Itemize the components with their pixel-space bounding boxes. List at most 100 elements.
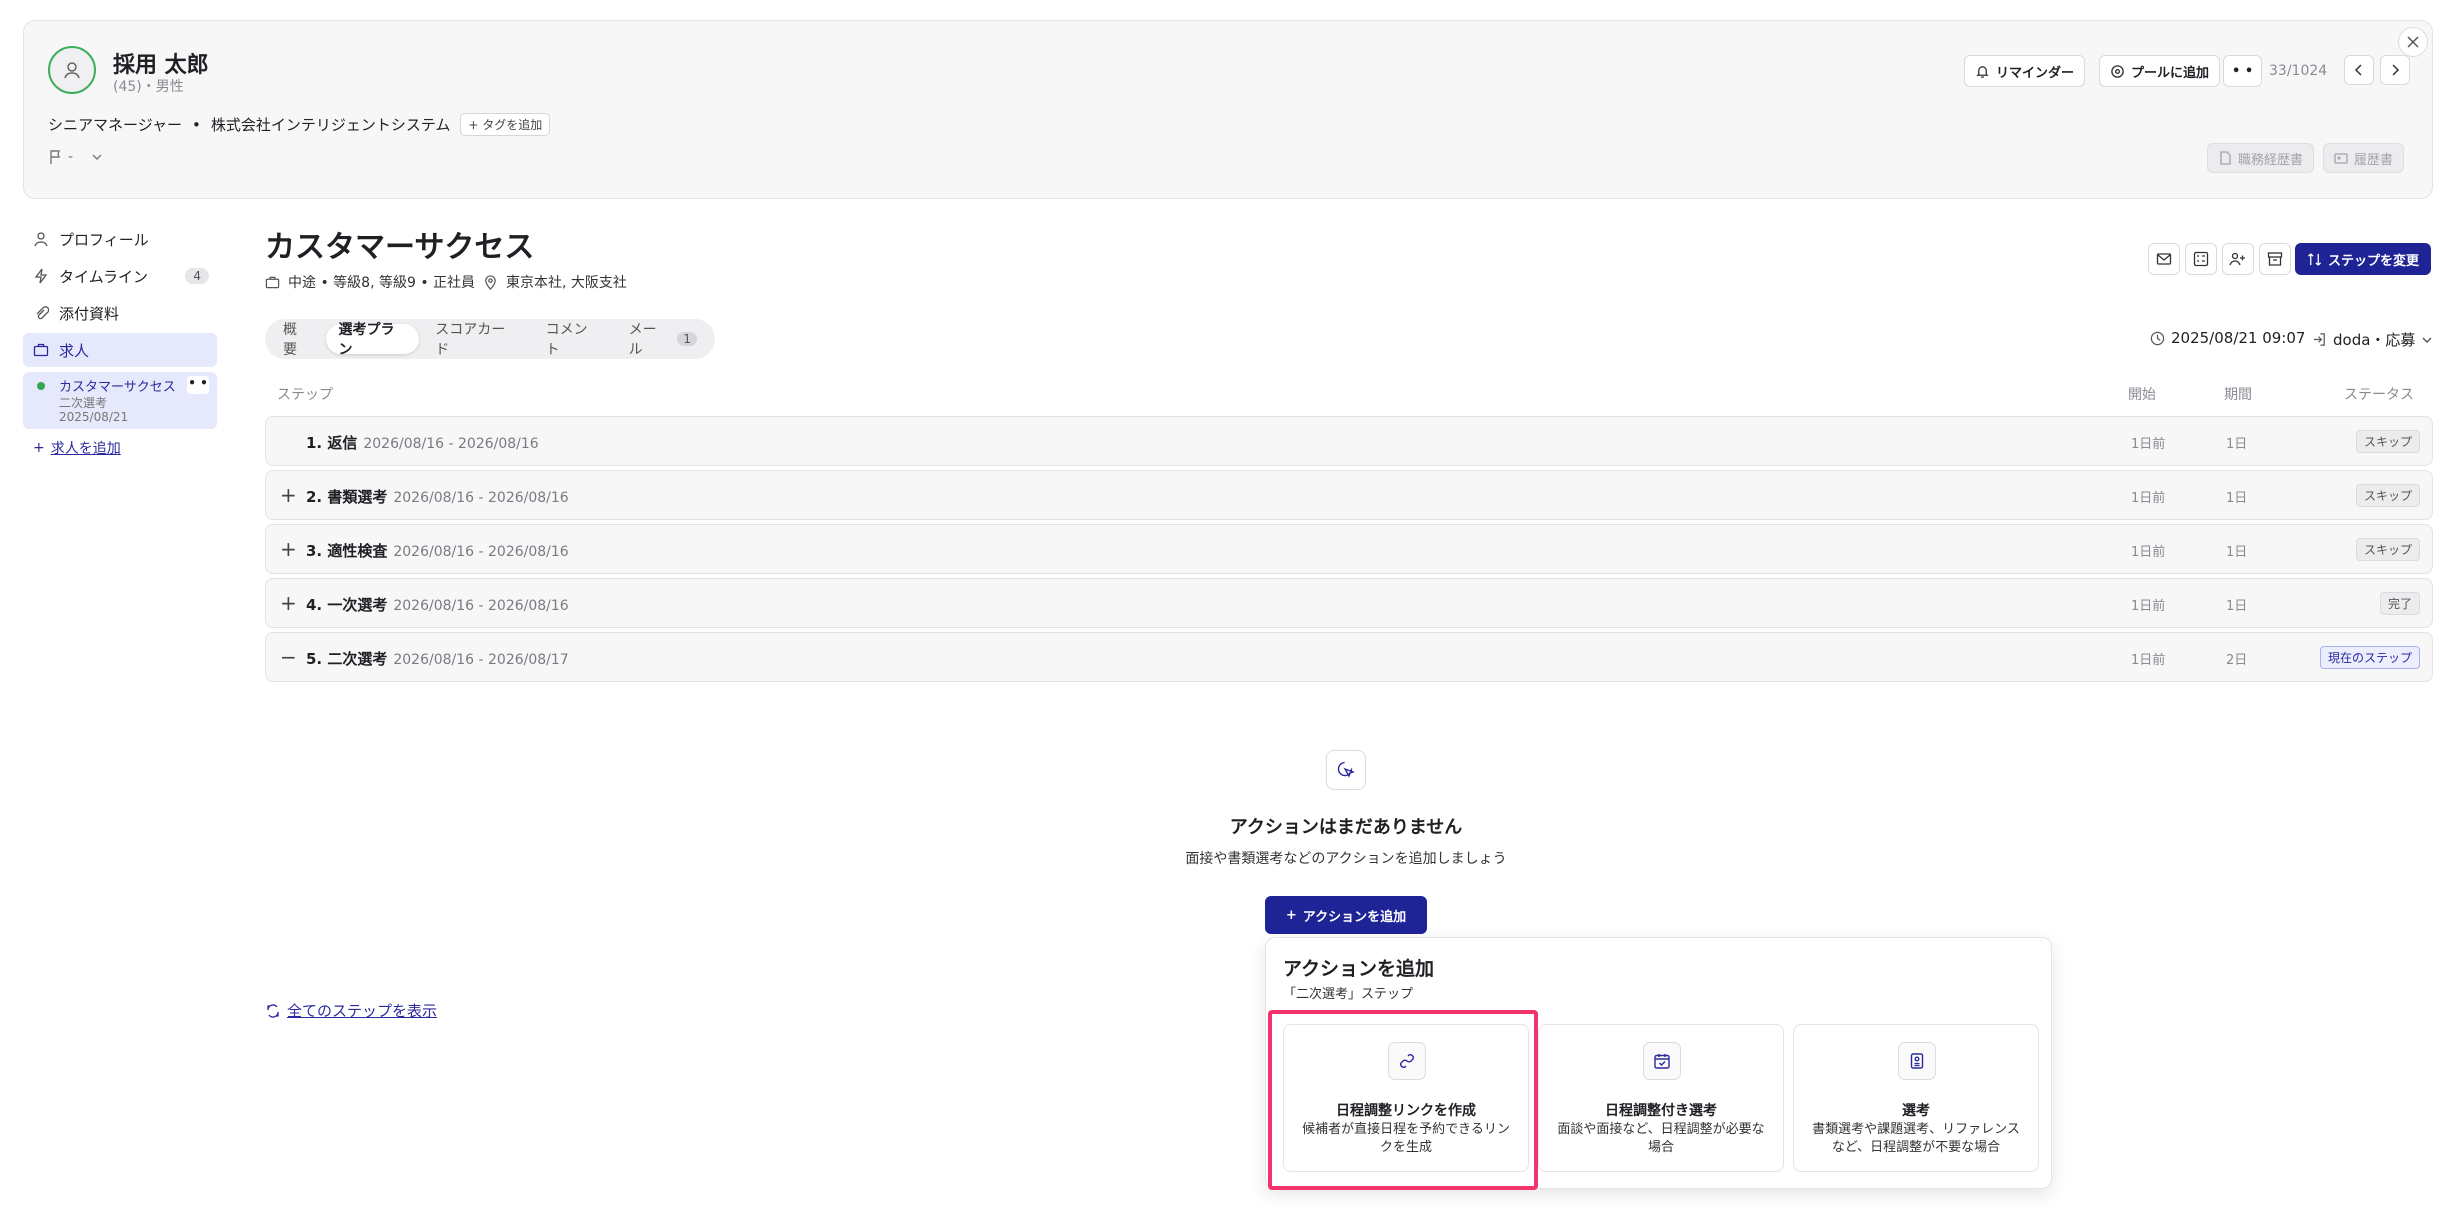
card-icon-box [1898,1042,1936,1080]
next-candidate-button[interactable] [2380,55,2410,85]
step-start: 1日前 [2131,653,2166,668]
step-row[interactable]: + 3. 適性検査 2026/08/16 - 2026/08/16 1日前 1日 … [265,524,2433,574]
tab-label: メール [628,322,657,358]
interviewers-button[interactable] [2222,243,2254,275]
add-to-pool-label: プールに追加 [2131,65,2210,81]
resume-button[interactable]: 履歴書 [2323,143,2405,173]
card-description: 候補者が直接日程を予約できるリンクを生成 [1302,1122,1510,1155]
add-action-label: アクションを追加 [1302,909,1407,925]
chevron-right-icon [2392,64,2400,76]
work-history-label: 職務経歴書 [2238,152,2304,168]
prev-candidate-button[interactable] [2344,55,2374,85]
step-name: 5. 二次選考 [306,650,388,668]
tab-selection-plan[interactable]: 選考プラン [326,322,420,358]
id-card-icon [2334,153,2348,164]
briefcase-icon [33,343,49,357]
candidate-role: シニアマネージャー [48,116,182,134]
login-icon [2313,333,2325,346]
step-range: 2026/08/16 - 2026/08/16 [393,490,569,506]
tab-label: 概要 [283,322,297,358]
status-badge: 現在のステップ [2319,646,2420,669]
job-card[interactable]: カスタマーサクセス 二次選考 2025/08/21 • • [23,372,217,429]
location-pin-icon [485,274,496,290]
change-step-label: ステップを変更 [2327,253,2419,269]
add-to-pool-button[interactable]: プールに追加 [2099,55,2221,87]
action-card-scheduling-link[interactable]: 日程調整リンクを作成 候補者が直接日程を予約できるリンクを生成 [1283,1024,1529,1172]
status-badge: 完了 [2379,592,2420,615]
card-description: 面談や面接など、日程調整が必要な場合 [1557,1122,1765,1155]
show-all-steps-label: 全てのステップを表示 [287,1002,438,1020]
pool-icon [2111,64,2124,78]
show-all-steps-link[interactable]: 全てのステップを表示 [265,1000,437,1021]
tab-overview[interactable]: 概要 [271,322,322,358]
card-description: 書類選考や課題選考、リファレンスなど、日程調整が不要な場合 [1812,1122,2020,1155]
reminder-label: リマインダー [1996,65,2075,81]
action-card-selection[interactable]: 選考 書類選考や課題選考、リファレンスなど、日程調整が不要な場合 [1793,1024,2039,1172]
expand-toggle[interactable]: − [280,646,297,668]
tab-scorecard[interactable]: スコアカード [423,322,529,358]
chevron-down-icon[interactable] [91,151,103,163]
users-icon [2229,252,2245,266]
user-icon [34,232,48,247]
more-button[interactable]: • • [2223,55,2263,87]
card-title: 日程調整付き選考 [1605,1103,1717,1119]
bell-icon [1976,65,1989,78]
checklist-button[interactable] [2185,243,2217,275]
archive-button[interactable] [2259,243,2291,275]
applied-datetime: 2025/08/21 09:07 [2150,329,2305,347]
sidebar-item-profile[interactable]: プロフィール [23,222,217,256]
add-action-button[interactable]: + アクションを追加 [1265,896,1427,934]
add-tag-label: タグを追加 [482,118,543,132]
flag-value: - [68,149,74,165]
flag-selector[interactable]: - [48,149,73,165]
tab-mail[interactable]: メール 1 [617,322,709,358]
sidebar-item-jobs[interactable]: 求人 [23,333,217,367]
column-header-status: ステータス [2344,387,2414,403]
step-row[interactable]: 1. 返信 2026/08/16 - 2026/08/16 1日前 1日 スキップ [265,416,2433,466]
email-button[interactable] [2148,243,2180,275]
step-start: 1日前 [2131,545,2166,560]
job-title: カスタマーサクセス [59,380,176,395]
tab-label: スコアカード [435,322,506,358]
tab-label: コメント [545,322,588,358]
mail-count-badge: 1 [677,332,697,346]
job-location: 東京本社, 大阪支社 [506,275,627,291]
sidebar-item-timeline[interactable]: タイムライン 4 [23,259,217,293]
candidate-meta: (45)・男性 [113,79,184,95]
flag-icon [50,150,60,164]
job-more-button[interactable]: • • [187,376,209,394]
add-tag-button[interactable]: + タグを追加 [460,113,551,136]
column-header-step: ステップ [277,387,333,403]
job-type: 中途 • 等級8, 等級9 • 正社員 [288,275,476,291]
empty-state-icon-box [1326,750,1366,790]
step-period: 1日 [2226,545,2248,560]
close-button[interactable] [2398,27,2428,57]
expand-toggle[interactable]: + [280,484,297,506]
work-history-button[interactable]: 職務経歴書 [2207,143,2315,173]
source-selector[interactable]: doda・応募 [2312,329,2433,350]
step-row[interactable]: − 5. 二次選考 2026/08/16 - 2026/08/17 1日前 2日 … [265,632,2433,682]
mail-icon [2156,253,2172,265]
expand-toggle[interactable]: + [280,592,297,614]
step-period: 2日 [2226,653,2248,668]
tab-comments[interactable]: コメント [534,322,613,358]
change-step-button[interactable]: ステップを変更 [2295,243,2431,275]
calendar-check-icon [1654,1054,1670,1069]
card-icon-box [1643,1042,1681,1080]
job-date: 2025/08/21 [59,410,129,424]
step-period: 1日 [2226,491,2248,506]
step-row[interactable]: + 4. 一次選考 2026/08/16 - 2026/08/16 1日前 1日 … [265,578,2433,628]
sidebar-item-label: タイムライン [59,267,148,286]
separator-dot: • [191,115,201,134]
resume-label: 履歴書 [2354,152,2394,168]
expand-toggle[interactable]: + [280,538,297,560]
status-badge: スキップ [2355,538,2420,561]
sidebar-item-attachments[interactable]: 添付資料 [23,296,217,330]
candidate-name: 採用 太郎 [113,53,209,78]
action-card-scheduled-selection[interactable]: 日程調整付き選考 面談や面接など、日程調整が必要な場合 [1538,1024,1784,1172]
step-row[interactable]: + 2. 書類選考 2026/08/16 - 2026/08/16 1日前 1日 … [265,470,2433,520]
step-period: 1日 [2226,599,2248,614]
reminder-button[interactable]: リマインダー [1964,55,2086,87]
add-job-link[interactable]: + 求人を追加 [33,438,121,458]
card-title: 日程調整リンクを作成 [1336,1103,1476,1119]
